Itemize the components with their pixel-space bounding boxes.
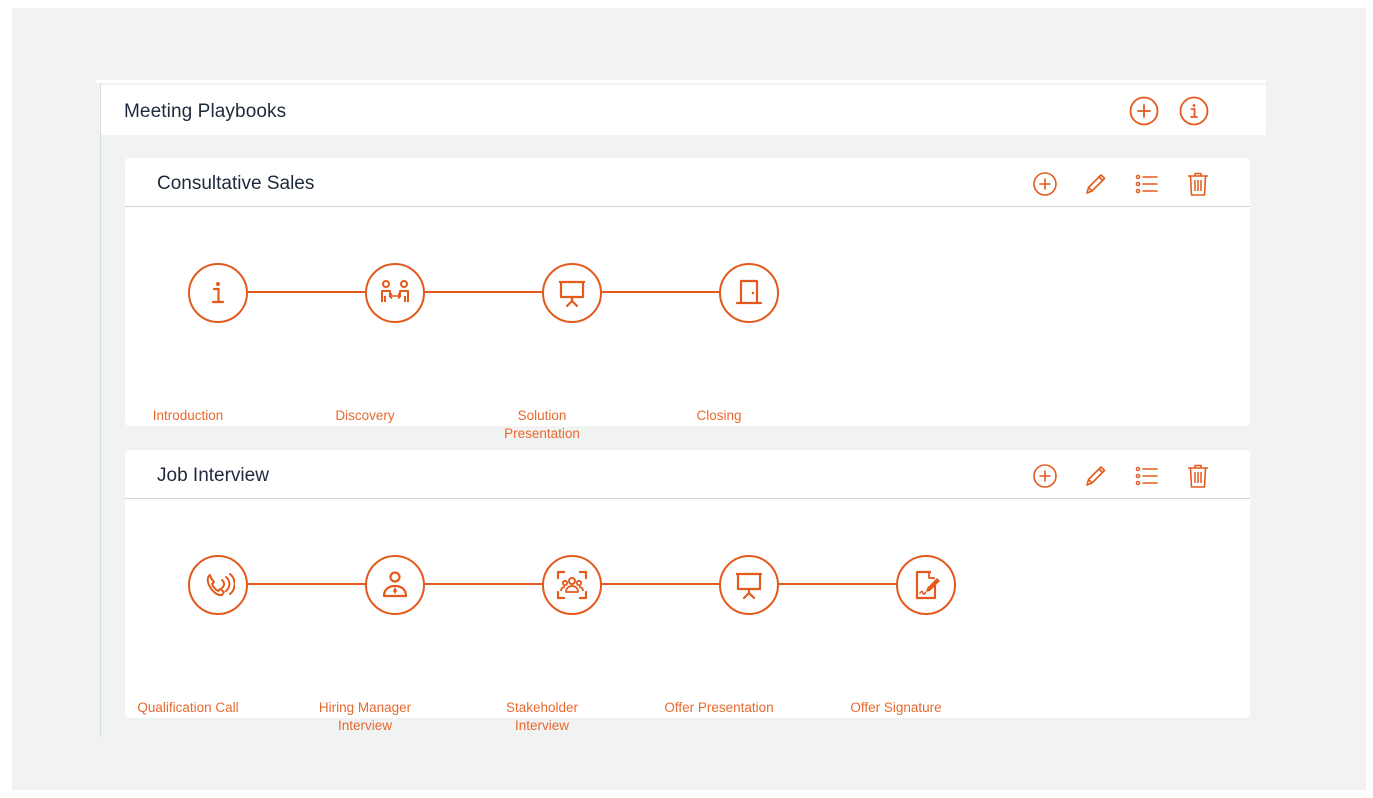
list-button[interactable] [1133,170,1161,198]
step-hiring-manager-interview[interactable]: Hiring Manager Interview [319,555,425,733]
step-stakeholder-interview[interactable]: Stakeholder Interview [506,555,602,733]
manager-icon [382,571,408,598]
panel-header: Meeting Playbooks [101,85,1266,135]
edit-button[interactable] [1082,462,1110,490]
pencil-icon [1086,174,1106,194]
presentation-board-icon [559,280,585,308]
page-title: Meeting Playbooks [124,101,287,122]
step-introduction[interactable]: Introduction [153,263,248,423]
step-circle[interactable] [365,263,425,323]
card-actions [1031,462,1212,490]
plus-circle-icon [1129,96,1159,126]
step-label: Offer Signature [850,700,942,715]
step-circle[interactable] [542,555,602,615]
card-header: Consultative Sales [125,158,1250,207]
step-label: Introduction [152,408,224,423]
step-circle[interactable] [365,555,425,615]
info-button[interactable] [1179,96,1209,126]
add-step-button[interactable] [1031,462,1059,490]
step-discovery[interactable]: Discovery [335,263,425,423]
step-circle[interactable] [188,555,248,615]
add-playbook-button[interactable] [1129,96,1159,126]
plus-circle-icon [1033,172,1057,196]
flow-connector-line [248,291,779,293]
trash-icon [1188,464,1208,488]
step-closing[interactable]: Closing [696,263,779,423]
playbook-card-job-interview: Job Interview Qualification Call Hiring … [125,450,1250,733]
step-circle[interactable] [719,555,779,615]
list-icon [1135,174,1158,194]
card-header: Job Interview [125,450,1250,499]
step-flow: Introduction Discovery Solution Presenta… [125,207,1250,441]
pencil-icon [1086,466,1106,486]
panel-header-actions [1129,96,1209,126]
panel-left-border [100,83,101,737]
info-icon [211,282,225,304]
step-circle[interactable] [188,263,248,323]
step-label: Closing [696,408,742,423]
step-label: Qualification Call [137,700,239,715]
card-actions [1031,170,1212,198]
list-button[interactable] [1133,462,1161,490]
flow-connector-line [248,583,956,585]
presentation-board-icon [736,572,762,600]
step-flow: Qualification Call Hiring Manager Interv… [125,499,1250,733]
delete-button[interactable] [1184,170,1212,198]
step-qualification-call[interactable]: Qualification Call [137,555,248,715]
door-icon [735,279,763,305]
step-circle[interactable] [896,555,956,615]
group-focus-icon [556,570,588,600]
step-label: Discovery [335,408,395,423]
step-label: Offer Presentation [664,700,774,715]
panel-top-border [96,80,1266,83]
step-offer-presentation[interactable]: Offer Presentation [664,555,779,715]
delete-button[interactable] [1184,462,1212,490]
add-step-button[interactable] [1031,170,1059,198]
step-solution-presentation[interactable]: Solution Presentation [504,263,602,441]
trash-icon [1188,172,1208,196]
playbook-title: Consultative Sales [157,173,315,194]
step-offer-signature[interactable]: Offer Signature [850,555,956,715]
document-sign-icon [915,570,940,600]
info-circle-icon [1179,96,1209,126]
plus-circle-icon [1033,464,1057,488]
playbook-title: Job Interview [157,465,269,486]
step-label: Solution Presentation [504,408,580,441]
playbook-card-consultative-sales: Consultative Sales Introduction Discover… [125,158,1250,441]
phone-call-icon [206,573,235,597]
edit-button[interactable] [1082,170,1110,198]
people-exchange-icon [381,280,409,302]
step-label: Hiring Manager Interview [318,700,412,733]
list-icon [1135,466,1158,486]
step-circle[interactable] [719,263,779,323]
step-label: Stakeholder Interview [505,700,579,733]
step-circle[interactable] [542,263,602,323]
